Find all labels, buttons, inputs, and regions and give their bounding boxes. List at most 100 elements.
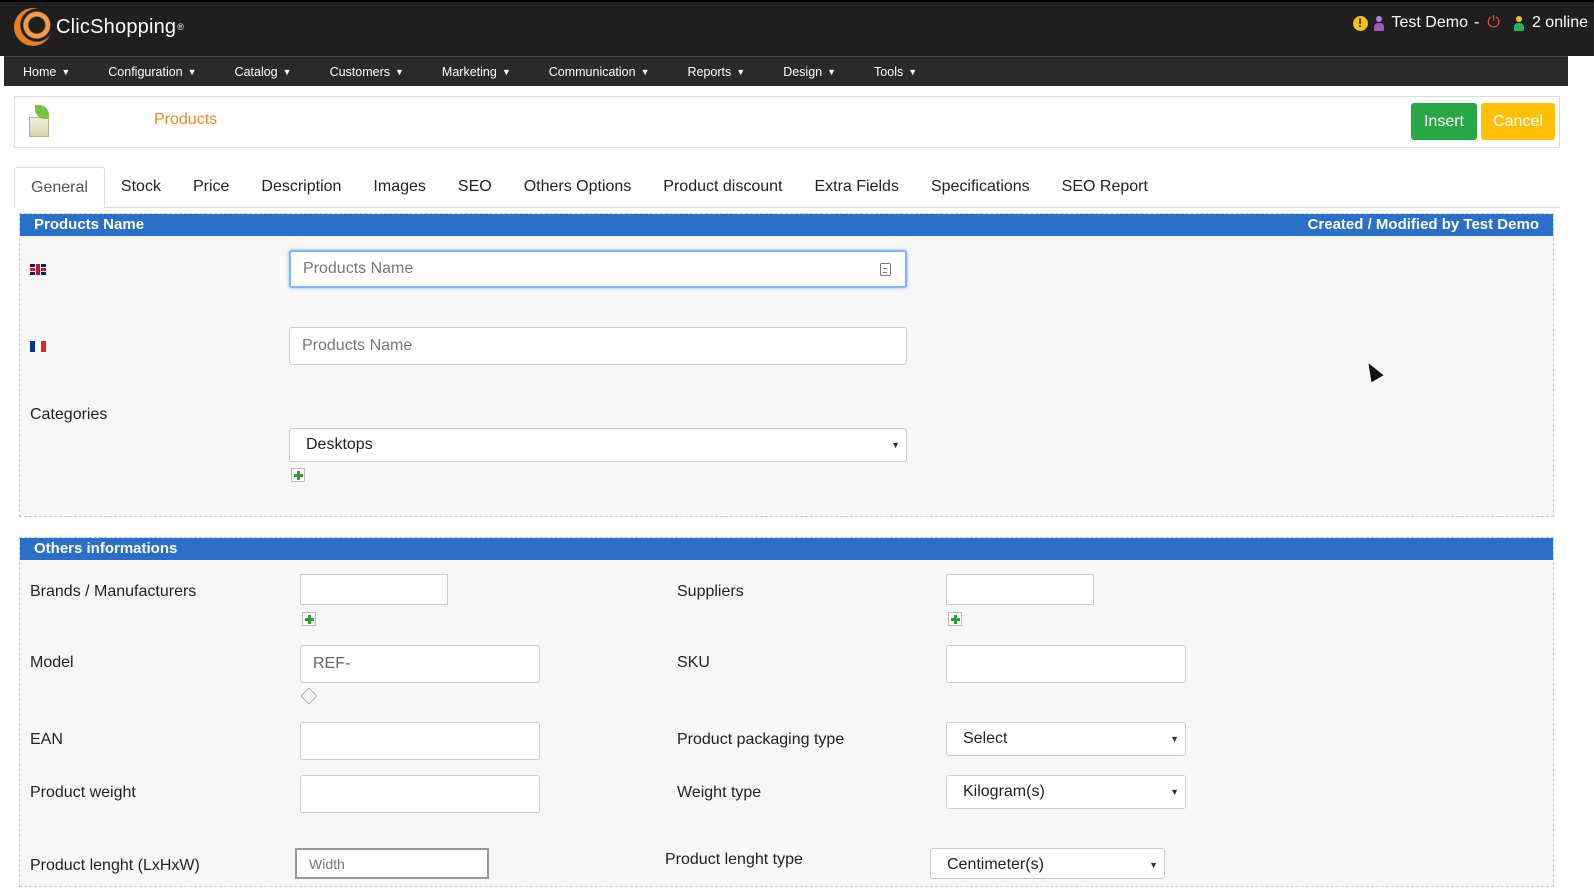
caret-down-icon: ▼ — [61, 66, 71, 77]
select-caret-icon: ▼ — [1149, 860, 1158, 870]
menu-design[interactable]: Design ▼ — [764, 65, 855, 79]
section-header: Products Name Created / Modified by Test… — [20, 214, 1553, 236]
tab-stock[interactable]: Stock — [105, 167, 177, 207]
menu-label: Configuration — [108, 64, 183, 79]
caret-down-icon: ▼ — [395, 66, 404, 77]
created-modified-by: Created / Modified by Test Demo — [1307, 216, 1539, 233]
packaging-selected: Select — [963, 730, 1008, 747]
menu-label: Communication — [548, 64, 636, 79]
tab-images[interactable]: Images — [357, 167, 441, 207]
insert-button[interactable]: Insert — [1411, 103, 1477, 140]
caret-down-icon: ▼ — [640, 66, 650, 77]
ean-input[interactable] — [300, 722, 540, 760]
tab-extra-fields[interactable]: Extra Fields — [798, 167, 914, 207]
page-heading-panel: Products Insert Cancel — [14, 96, 1560, 148]
online-users-icon — [1513, 15, 1524, 31]
product-weight-input[interactable] — [300, 775, 540, 813]
model-input[interactable]: REF- — [300, 645, 540, 683]
menu-customers[interactable]: Customers ▼ — [311, 65, 423, 79]
product-tabs: General Stock Price Description Images S… — [14, 167, 1560, 208]
menu-home[interactable]: Home ▼ — [4, 65, 89, 79]
tab-description[interactable]: Description — [245, 167, 357, 207]
add-category-plus-icon[interactable] — [291, 468, 305, 482]
brands-input[interactable] — [300, 574, 448, 605]
tab-price[interactable]: Price — [177, 167, 245, 207]
product-name-fr-input[interactable] — [289, 327, 907, 365]
categories-label: Categories — [30, 406, 108, 423]
top-header: ClicShopping ® ! Test Demo - ⏻ 2 online — [0, 0, 1594, 56]
menu-label: Home — [23, 64, 57, 79]
user-separator: - — [1473, 14, 1480, 31]
section-header: Others informations — [20, 538, 1553, 560]
tab-seo-report[interactable]: SEO Report — [1046, 167, 1164, 207]
menu-label: Catalog — [234, 64, 278, 79]
logo-swirl-icon — [14, 8, 52, 46]
menu-tools[interactable]: Tools ▼ — [855, 65, 936, 79]
tab-general[interactable]: General — [14, 167, 105, 208]
menu-reports[interactable]: Reports ▼ — [669, 65, 765, 79]
caret-down-icon: ▼ — [736, 66, 746, 77]
menu-label: Customers — [329, 64, 390, 79]
clipboard-icon[interactable] — [880, 263, 891, 276]
caret-down-icon: ▼ — [827, 66, 837, 77]
logo-text: ClicShopping — [56, 15, 177, 38]
brands-label: Brands / Manufacturers — [30, 583, 197, 600]
categories-selected: Desktops — [306, 436, 373, 453]
packaging-type-label: Product packaging type — [677, 731, 845, 748]
main-menu: Home ▼ Configuration ▼ Catalog ▼ Customers ▼… — [4, 56, 1568, 86]
uk-flag-icon — [30, 264, 46, 275]
product-length-label: Product lenght (LxHxW) — [30, 857, 200, 874]
tab-specifications[interactable]: Specifications — [915, 167, 1046, 207]
header-user-area: ! Test Demo - ⏻ 2 online — [1352, 14, 1588, 32]
product-width-input[interactable] — [295, 848, 489, 879]
page-title: Products — [154, 111, 218, 128]
fr-flag-icon — [30, 341, 46, 352]
cancel-button[interactable]: Cancel — [1481, 103, 1555, 140]
add-supplier-plus-icon[interactable] — [948, 612, 962, 626]
caret-down-icon: ▼ — [908, 66, 918, 77]
tab-others-options[interactable]: Others Options — [508, 167, 648, 207]
model-label: Model — [30, 654, 74, 671]
sku-label: SKU — [677, 654, 710, 671]
logo-registered-mark: ® — [177, 22, 184, 32]
menu-label: Tools — [874, 64, 904, 79]
user-name: Test Demo — [1391, 14, 1468, 31]
suppliers-label: Suppliers — [677, 583, 744, 600]
caret-down-icon: ▼ — [282, 66, 292, 77]
length-type-select[interactable]: Centimeter(s) ▼ — [930, 848, 1165, 879]
packaging-type-select[interactable]: Select ▼ — [946, 722, 1186, 756]
product-box-icon — [27, 105, 53, 141]
sku-input[interactable] — [946, 645, 1186, 683]
user-icon — [1373, 15, 1384, 31]
menu-communication[interactable]: Communication ▼ — [530, 65, 669, 79]
online-count[interactable]: 2 online — [1532, 14, 1588, 32]
product-weight-label: Product weight — [30, 784, 136, 801]
categories-select[interactable]: Desktops ▼ — [289, 428, 907, 462]
select-caret-icon: ▼ — [1170, 734, 1179, 744]
menu-label: Design — [783, 64, 823, 79]
tab-seo[interactable]: SEO — [442, 167, 508, 207]
others-information-section: Others informations — [19, 537, 1554, 887]
menu-label: Marketing — [441, 64, 497, 79]
logout-power-icon[interactable]: ⏻ — [1487, 14, 1500, 32]
section-title: Products Name — [34, 216, 145, 233]
menu-configuration[interactable]: Configuration ▼ — [89, 65, 215, 79]
select-caret-icon: ▼ — [1170, 787, 1179, 797]
add-brand-plus-icon[interactable] — [302, 612, 316, 626]
menu-label: Reports — [687, 64, 732, 79]
product-name-en-input[interactable] — [289, 250, 907, 288]
product-length-type-label: Product lenght type — [665, 851, 803, 868]
caret-down-icon: ▼ — [187, 66, 197, 77]
caret-down-icon: ▼ — [501, 66, 511, 77]
logo[interactable]: ClicShopping ® — [14, 8, 184, 46]
menu-marketing[interactable]: Marketing ▼ — [423, 65, 530, 79]
menu-catalog[interactable]: Catalog ▼ — [216, 65, 311, 79]
weight-type-select[interactable]: Kilogram(s) ▼ — [946, 775, 1186, 809]
warning-icon[interactable]: ! — [1352, 15, 1368, 31]
tab-product-discount[interactable]: Product discount — [647, 167, 798, 207]
section-title: Others informations — [34, 540, 178, 557]
select-caret-icon: ▼ — [891, 440, 900, 450]
suppliers-input[interactable] — [946, 574, 1094, 605]
length-type-selected: Centimeter(s) — [947, 856, 1044, 873]
weight-type-selected: Kilogram(s) — [963, 783, 1045, 800]
